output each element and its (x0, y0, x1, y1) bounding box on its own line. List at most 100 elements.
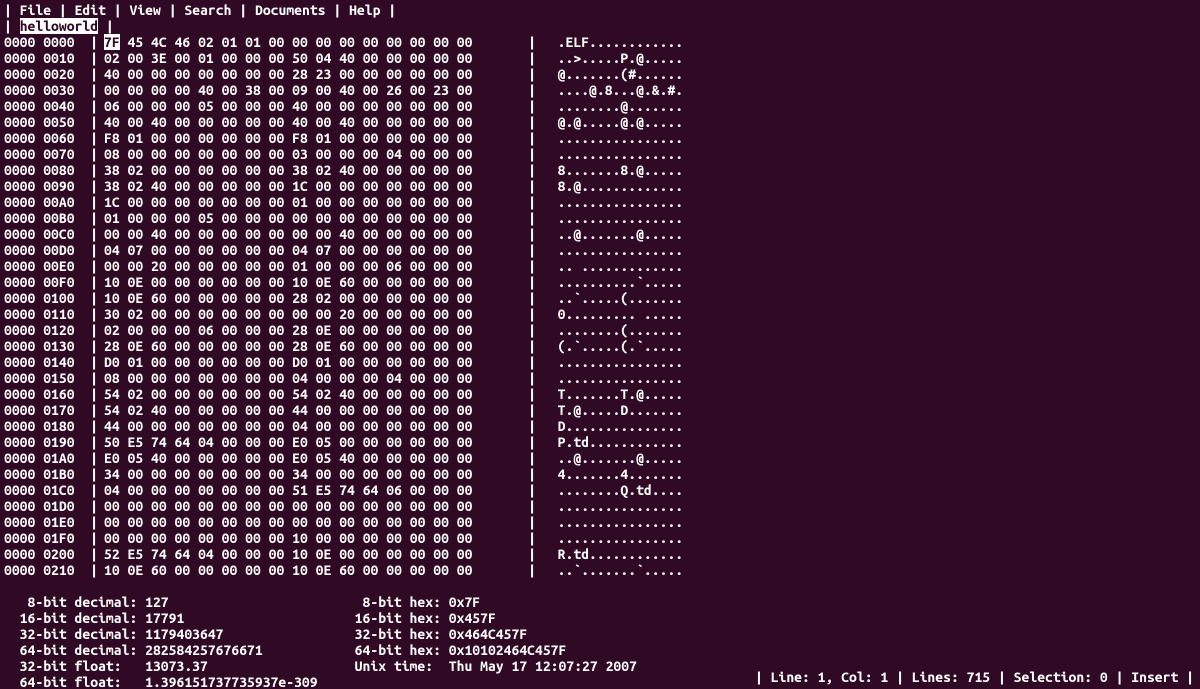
hex-ascii[interactable]: 8.@............. (542, 178, 683, 194)
hex-row[interactable]: 0000 01D0|00 00 00 00 00 00 00 00 00 00 … (4, 498, 1196, 514)
hex-ascii[interactable]: ................ (542, 498, 683, 514)
hex-row[interactable]: 0000 01E0|00 00 00 00 00 00 00 00 00 00 … (4, 514, 1196, 530)
hex-ascii[interactable]: ................ (542, 194, 683, 210)
hex-row[interactable]: 0000 0080|38 02 00 00 00 00 00 00 38 02 … (4, 162, 1196, 178)
hex-row[interactable]: 0000 00E0|00 00 20 00 00 00 00 00 01 00 … (4, 258, 1196, 274)
hex-row[interactable]: 0000 0210|10 0E 60 00 00 00 00 00 10 0E … (4, 562, 1196, 578)
hex-row[interactable]: 0000 0120|02 00 00 00 06 00 00 00 28 0E … (4, 322, 1196, 338)
hex-row[interactable]: 0000 0190|50 E5 74 64 04 00 00 00 E0 05 … (4, 434, 1196, 450)
hex-ascii[interactable]: ....@.8...@.&.#. (542, 82, 683, 98)
hex-row[interactable]: 0000 0140|D0 01 00 00 00 00 00 00 D0 01 … (4, 354, 1196, 370)
hex-row[interactable]: 0000 01C0|04 00 00 00 00 00 00 00 51 E5 … (4, 482, 1196, 498)
hex-row[interactable]: 0000 00B0|01 00 00 00 05 00 00 00 00 00 … (4, 210, 1196, 226)
hex-bytes[interactable]: 01 00 00 00 05 00 00 00 00 00 00 00 00 0… (104, 210, 522, 226)
hex-ascii[interactable]: ........@....... (542, 98, 683, 114)
hex-ascii[interactable]: ..`.....(....... (542, 290, 683, 306)
menu-file[interactable]: File (20, 2, 51, 18)
hex-ascii[interactable]: T.@.....D....... (542, 402, 683, 418)
hex-ascii[interactable]: 8.......8.@..... (542, 162, 683, 178)
hex-row[interactable]: 0000 00D0|04 07 00 00 00 00 00 00 04 07 … (4, 242, 1196, 258)
hex-bytes[interactable]: 00 00 00 00 00 00 00 00 00 00 00 00 00 0… (104, 498, 522, 514)
hex-bytes[interactable]: 00 00 00 00 00 00 00 00 10 00 00 00 00 0… (104, 530, 522, 546)
hex-bytes[interactable]: 50 E5 74 64 04 00 00 00 E0 05 00 00 00 0… (104, 434, 522, 450)
hex-ascii[interactable]: ..........`..... (542, 274, 683, 290)
hex-bytes[interactable]: 38 02 00 00 00 00 00 00 38 02 40 00 00 0… (104, 162, 522, 178)
menu-help[interactable]: Help (349, 2, 380, 18)
hex-row[interactable]: 0000 0010|02 00 3E 00 01 00 00 00 50 04 … (4, 50, 1196, 66)
hex-row[interactable]: 0000 0110|30 02 00 00 00 00 00 00 00 00 … (4, 306, 1196, 322)
hex-bytes[interactable]: 54 02 00 00 00 00 00 00 54 02 40 00 00 0… (104, 386, 522, 402)
hex-row[interactable]: 0000 0100|10 0E 60 00 00 00 00 00 28 02 … (4, 290, 1196, 306)
hex-bytes[interactable]: 06 00 00 00 05 00 00 00 40 00 00 00 00 0… (104, 98, 522, 114)
hex-ascii[interactable]: (.`.....(.`..... (542, 338, 683, 354)
hex-bytes[interactable]: 1C 00 00 00 00 00 00 00 01 00 00 00 00 0… (104, 194, 522, 210)
hex-row[interactable]: 0000 0000|7F 45 4C 46 02 01 01 00 00 00 … (4, 34, 1196, 50)
hex-bytes[interactable]: 30 02 00 00 00 00 00 00 00 00 20 00 00 0… (104, 306, 522, 322)
cursor-byte[interactable]: 7F (104, 34, 120, 50)
hex-row[interactable]: 0000 0050|40 00 40 00 00 00 00 00 40 00 … (4, 114, 1196, 130)
menu-view[interactable]: View (130, 2, 161, 18)
hex-ascii[interactable]: P.td............ (542, 434, 683, 450)
hex-row[interactable]: 0000 0200|52 E5 74 64 04 00 00 00 10 0E … (4, 546, 1196, 562)
hex-bytes[interactable]: 00 00 00 00 40 00 38 00 09 00 40 00 26 0… (104, 82, 522, 98)
menu-search[interactable]: Search (184, 2, 231, 18)
hex-row[interactable]: 0000 0160|54 02 00 00 00 00 00 00 54 02 … (4, 386, 1196, 402)
menu-edit[interactable]: Edit (75, 2, 106, 18)
hex-bytes[interactable]: 02 00 3E 00 01 00 00 00 50 04 40 00 00 0… (104, 50, 522, 66)
hex-row[interactable]: 0000 0170|54 02 40 00 00 00 00 00 44 00 … (4, 402, 1196, 418)
hex-area[interactable]: 0000 0000|7F 45 4C 46 02 01 01 00 00 00 … (4, 34, 1196, 578)
hex-ascii[interactable]: ................ (542, 130, 683, 146)
hex-ascii[interactable]: ..@.......@..... (542, 226, 683, 242)
hex-bytes[interactable]: D0 01 00 00 00 00 00 00 D0 01 00 00 00 0… (104, 354, 522, 370)
hex-ascii[interactable]: ..>.....P.@..... (542, 50, 683, 66)
hex-ascii[interactable]: 0......... ..... (542, 306, 683, 322)
hex-bytes[interactable]: 10 0E 00 00 00 00 00 00 10 0E 60 00 00 0… (104, 274, 522, 290)
hex-ascii[interactable]: ................ (542, 370, 683, 386)
hex-ascii[interactable]: R.td............ (542, 546, 683, 562)
hex-row[interactable]: 0000 0130|28 0E 60 00 00 00 00 00 28 0E … (4, 338, 1196, 354)
hex-bytes[interactable]: 52 E5 74 64 04 00 00 00 10 0E 00 00 00 0… (104, 546, 522, 562)
tab-helloworld[interactable]: helloworld (20, 18, 98, 34)
hex-ascii[interactable]: ........(....... (542, 322, 683, 338)
hex-bytes[interactable]: F8 01 00 00 00 00 00 00 F8 01 00 00 00 0… (104, 130, 522, 146)
hex-bytes[interactable]: 40 00 00 00 00 00 00 00 28 23 00 00 00 0… (104, 66, 522, 82)
hex-bytes[interactable]: 44 00 00 00 00 00 00 00 04 00 00 00 00 0… (104, 418, 522, 434)
hex-row[interactable]: 0000 0070|08 00 00 00 00 00 00 00 03 00 … (4, 146, 1196, 162)
hex-row[interactable]: 0000 01A0|E0 05 40 00 00 00 00 00 E0 05 … (4, 450, 1196, 466)
hex-bytes[interactable]: 04 00 00 00 00 00 00 00 51 E5 74 64 06 0… (104, 482, 522, 498)
hex-ascii[interactable]: ..@.......@..... (542, 450, 683, 466)
hex-row[interactable]: 0000 00F0|10 0E 00 00 00 00 00 00 10 0E … (4, 274, 1196, 290)
hex-ascii[interactable]: ................ (542, 530, 683, 546)
hex-bytes[interactable]: 54 02 40 00 00 00 00 00 44 00 00 00 00 0… (104, 402, 522, 418)
hex-row[interactable]: 0000 0150|08 00 00 00 00 00 00 00 04 00 … (4, 370, 1196, 386)
hex-bytes[interactable]: 00 00 40 00 00 00 00 00 00 00 40 00 00 0… (104, 226, 522, 242)
hex-ascii[interactable]: T.......T.@..... (542, 386, 683, 402)
hex-row[interactable]: 0000 0060|F8 01 00 00 00 00 00 00 F8 01 … (4, 130, 1196, 146)
hex-bytes[interactable]: 7F 45 4C 46 02 01 01 00 00 00 00 00 00 0… (104, 34, 522, 50)
hex-bytes[interactable]: 10 0E 60 00 00 00 00 00 28 02 00 00 00 0… (104, 290, 522, 306)
hex-bytes[interactable]: E0 05 40 00 00 00 00 00 E0 05 40 00 00 0… (104, 450, 522, 466)
hex-bytes[interactable]: 02 00 00 00 06 00 00 00 28 0E 00 00 00 0… (104, 322, 522, 338)
hex-ascii[interactable]: .ELF............ (542, 34, 683, 50)
hex-ascii[interactable]: ................ (542, 146, 683, 162)
hex-bytes[interactable]: 34 00 00 00 00 00 00 00 34 00 00 00 00 0… (104, 466, 522, 482)
hex-bytes[interactable]: 38 02 40 00 00 00 00 00 1C 00 00 00 00 0… (104, 178, 522, 194)
hex-row[interactable]: 0000 0040|06 00 00 00 05 00 00 00 40 00 … (4, 98, 1196, 114)
hex-ascii[interactable]: ........Q.td.... (542, 482, 683, 498)
hex-bytes[interactable]: 28 0E 60 00 00 00 00 00 28 0E 60 00 00 0… (104, 338, 522, 354)
hex-bytes[interactable]: 08 00 00 00 00 00 00 00 03 00 00 00 04 0… (104, 146, 522, 162)
hex-row[interactable]: 0000 0020|40 00 00 00 00 00 00 00 28 23 … (4, 66, 1196, 82)
hex-ascii[interactable]: ................ (542, 354, 683, 370)
hex-ascii[interactable]: .. ............. (542, 258, 683, 274)
hex-row[interactable]: 0000 0180|44 00 00 00 00 00 00 00 04 00 … (4, 418, 1196, 434)
hex-bytes[interactable]: 00 00 20 00 00 00 00 00 01 00 00 00 06 0… (104, 258, 522, 274)
menu-documents[interactable]: Documents (255, 2, 326, 18)
hex-ascii[interactable]: ................ (542, 242, 683, 258)
hex-ascii[interactable]: D............... (542, 418, 683, 434)
hex-bytes[interactable]: 40 00 40 00 00 00 00 00 40 00 40 00 00 0… (104, 114, 522, 130)
hex-row[interactable]: 0000 00A0|1C 00 00 00 00 00 00 00 01 00 … (4, 194, 1196, 210)
hex-row[interactable]: 0000 01B0|34 00 00 00 00 00 00 00 34 00 … (4, 466, 1196, 482)
hex-bytes[interactable]: 08 00 00 00 00 00 00 00 04 00 00 00 04 0… (104, 370, 522, 386)
hex-ascii[interactable]: ................ (542, 210, 683, 226)
hex-bytes[interactable]: 04 07 00 00 00 00 00 00 04 07 00 00 00 0… (104, 242, 522, 258)
